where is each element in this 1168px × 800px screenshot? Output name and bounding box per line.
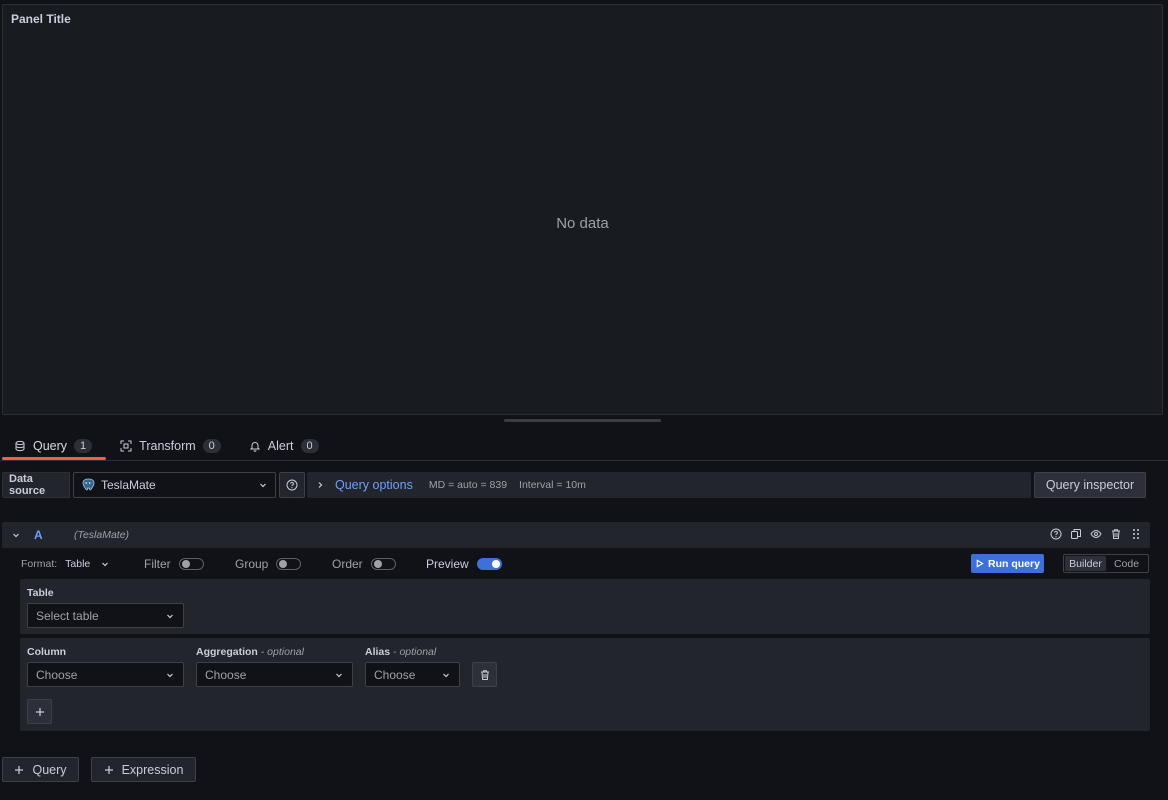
postgres-icon [81,478,95,492]
panel-title[interactable]: Panel Title [11,12,71,26]
duplicate-icon[interactable] [1070,528,1082,540]
preview-control: Preview [426,555,502,573]
add-expression-label: Expression [121,762,184,777]
add-query-button[interactable]: Query [2,757,79,782]
alias-select-value: Choose [374,667,416,682]
editor-tabs: Query 1 Transform 0 Alert 0 [0,432,333,460]
datasource-label: Data source [2,472,70,498]
aggregation-label: Aggregation - optional [196,646,304,658]
mode-code[interactable]: Code [1106,556,1147,571]
datasource-help-button[interactable] [279,472,305,498]
no-data-message: No data [556,215,609,232]
filter-label: Filter [144,557,171,571]
query-row-header: A (TeslaMate) [2,522,1150,548]
aggregation-select-value: Choose [205,667,247,682]
table-select[interactable]: Select table [27,603,184,628]
chevron-down-icon [100,559,110,569]
chevron-down-icon [258,480,268,490]
chevron-down-icon [334,670,344,680]
format-value[interactable]: Table [65,558,90,570]
query-datasource-hint: (TeslaMate) [74,529,130,541]
run-query-button[interactable]: Run query [971,554,1044,573]
eye-icon[interactable] [1090,528,1102,540]
preview-toggle[interactable] [476,558,502,570]
column-label: Column [27,646,66,658]
tab-transform-count: 0 [202,439,221,453]
panel: Panel Title No data [2,4,1163,415]
column-label-text: Column [27,646,67,658]
chevron-down-icon [165,611,175,621]
column-select[interactable]: Choose [27,662,184,687]
query-options-interval: Interval = 10m [519,479,586,491]
query-row-actions [1050,528,1142,540]
aggregation-select[interactable]: Choose [196,662,353,687]
format-label: Format: [21,558,58,570]
table-label: Table [27,587,54,599]
editor-mode-switch: Builder Code [1063,554,1149,573]
remove-column-button[interactable] [472,662,497,687]
filter-control: Filter [144,555,204,573]
panel-resize-handle[interactable] [504,419,661,422]
aggregation-label-text: Aggregation [196,646,258,658]
database-icon [14,440,26,452]
trash-icon[interactable] [1110,528,1122,540]
run-query-label: Run query [988,557,1040,570]
trash-icon [479,669,491,681]
query-options-md: MD = auto = 839 [428,479,508,491]
columns-section: Column Aggregation - optional Alias - op… [20,638,1150,731]
tab-alert-label: Alert [267,439,294,453]
help-icon[interactable] [1050,528,1062,540]
add-query-label: Query [32,762,67,777]
query-inspector-button[interactable]: Query inspector [1034,472,1146,498]
alias-select[interactable]: Choose [365,662,460,687]
tab-transform-label: Transform [139,439,196,453]
table-section: Table Select table [20,579,1150,634]
alias-optional: - optional [393,646,437,658]
format-control[interactable]: Format: Table [21,555,110,573]
order-control: Order [332,555,396,573]
column-select-value: Choose [36,667,78,682]
group-toggle[interactable] [276,558,302,570]
tab-transform[interactable]: Transform 0 [106,432,235,460]
plus-icon [104,765,114,775]
alias-label-text: Alias [365,646,391,658]
chevron-down-icon [441,670,451,680]
alias-label: Alias - optional [365,646,436,658]
play-icon [975,559,984,568]
datasource-picker[interactable]: TeslaMate [73,472,276,498]
order-label: Order [332,557,363,571]
query-options-bar[interactable]: Query options MD = auto = 839 Interval =… [307,472,1031,498]
query-options-title[interactable]: Query options [335,478,413,492]
question-circle-icon [286,479,298,491]
transform-icon [120,440,132,452]
drag-handle-icon[interactable] [1130,528,1142,540]
mode-builder[interactable]: Builder [1065,556,1106,571]
bell-icon [249,440,261,452]
datasource-selected: TeslaMate [101,478,156,492]
tab-query[interactable]: Query 1 [0,432,107,460]
tab-alert-count: 0 [300,439,319,453]
plus-icon [14,765,24,775]
aggregation-optional: - optional [260,646,304,658]
add-column-button[interactable] [27,699,52,724]
group-label: Group [235,557,269,571]
add-expression-button[interactable]: Expression [91,757,196,782]
tab-query-count: 1 [74,439,93,453]
preview-label: Preview [426,557,469,571]
group-control: Group [235,555,302,573]
query-ref-id[interactable]: A [34,528,43,542]
chevron-right-icon [315,480,325,490]
collapse-chevron-icon[interactable] [11,530,21,540]
filter-toggle[interactable] [178,558,204,570]
tabs-divider [0,460,1168,461]
tab-alert[interactable]: Alert 0 [235,432,333,460]
tab-query-label: Query [33,439,68,453]
table-select-value: Select table [36,608,99,623]
order-toggle[interactable] [370,558,396,570]
plus-icon [35,707,45,717]
chevron-down-icon [165,670,175,680]
